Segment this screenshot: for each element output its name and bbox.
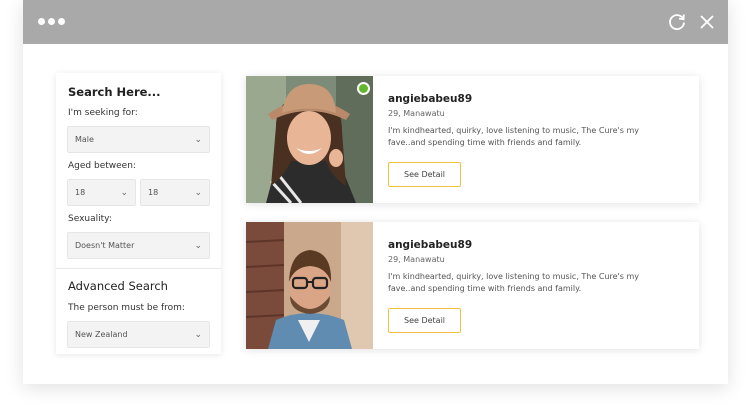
- seeking-value: Male: [75, 135, 94, 144]
- country-value: New Zealand: [75, 330, 128, 339]
- age-to-select[interactable]: 18 ⌄: [140, 179, 210, 206]
- chevron-down-icon: ⌄: [194, 134, 202, 145]
- profile-location: 29, Manawatu: [388, 109, 445, 118]
- profile-photo[interactable]: [246, 76, 373, 203]
- title-bar: [23, 0, 728, 44]
- refresh-icon[interactable]: [667, 12, 687, 32]
- profile-username[interactable]: angiebabeu89: [388, 93, 472, 105]
- online-status-indicator: [357, 82, 370, 95]
- app-window: Search Here... I'm seeking for: Male ⌄ A…: [23, 0, 728, 384]
- advanced-search-title: Advanced Search: [68, 279, 168, 293]
- seeking-label: I'm seeking for:: [68, 108, 138, 118]
- profile-photo[interactable]: [246, 222, 373, 349]
- divider: [56, 268, 221, 269]
- profile-bio: I'm kindhearted, quirky, love listening …: [388, 126, 639, 147]
- from-label: The person must be from:: [68, 303, 185, 313]
- see-detail-button[interactable]: See Detail: [388, 162, 461, 187]
- menu-dots-icon[interactable]: [38, 18, 65, 25]
- sexuality-value: Doesn't Matter: [75, 241, 135, 250]
- profile-card: angiebabeu89 29, Manawatu I'm kindhearte…: [246, 222, 699, 349]
- profile-location: 29, Manawatu: [388, 255, 445, 264]
- profile-card: angiebabeu89 29, Manawatu I'm kindhearte…: [246, 76, 699, 203]
- search-sidebar: Search Here... I'm seeking for: Male ⌄ A…: [56, 73, 221, 354]
- chevron-down-icon: ⌄: [120, 187, 128, 198]
- seeking-select[interactable]: Male ⌄: [67, 126, 210, 153]
- country-select[interactable]: New Zealand ⌄: [67, 321, 210, 348]
- profile-bio: I'm kindhearted, quirky, love listening …: [388, 272, 639, 293]
- sexuality-label: Sexuality:: [68, 214, 112, 224]
- aged-label: Aged between:: [68, 161, 136, 171]
- sexuality-select[interactable]: Doesn't Matter ⌄: [67, 232, 210, 259]
- see-detail-button[interactable]: See Detail: [388, 308, 461, 333]
- age-from-select[interactable]: 18 ⌄: [67, 179, 136, 206]
- chevron-down-icon: ⌄: [194, 187, 202, 198]
- chevron-down-icon: ⌄: [194, 240, 202, 251]
- chevron-down-icon: ⌄: [194, 329, 202, 340]
- age-from-value: 18: [75, 188, 86, 197]
- age-to-value: 18: [148, 188, 159, 197]
- profile-username[interactable]: angiebabeu89: [388, 239, 472, 251]
- search-title: Search Here...: [68, 85, 161, 99]
- close-icon[interactable]: [698, 13, 716, 31]
